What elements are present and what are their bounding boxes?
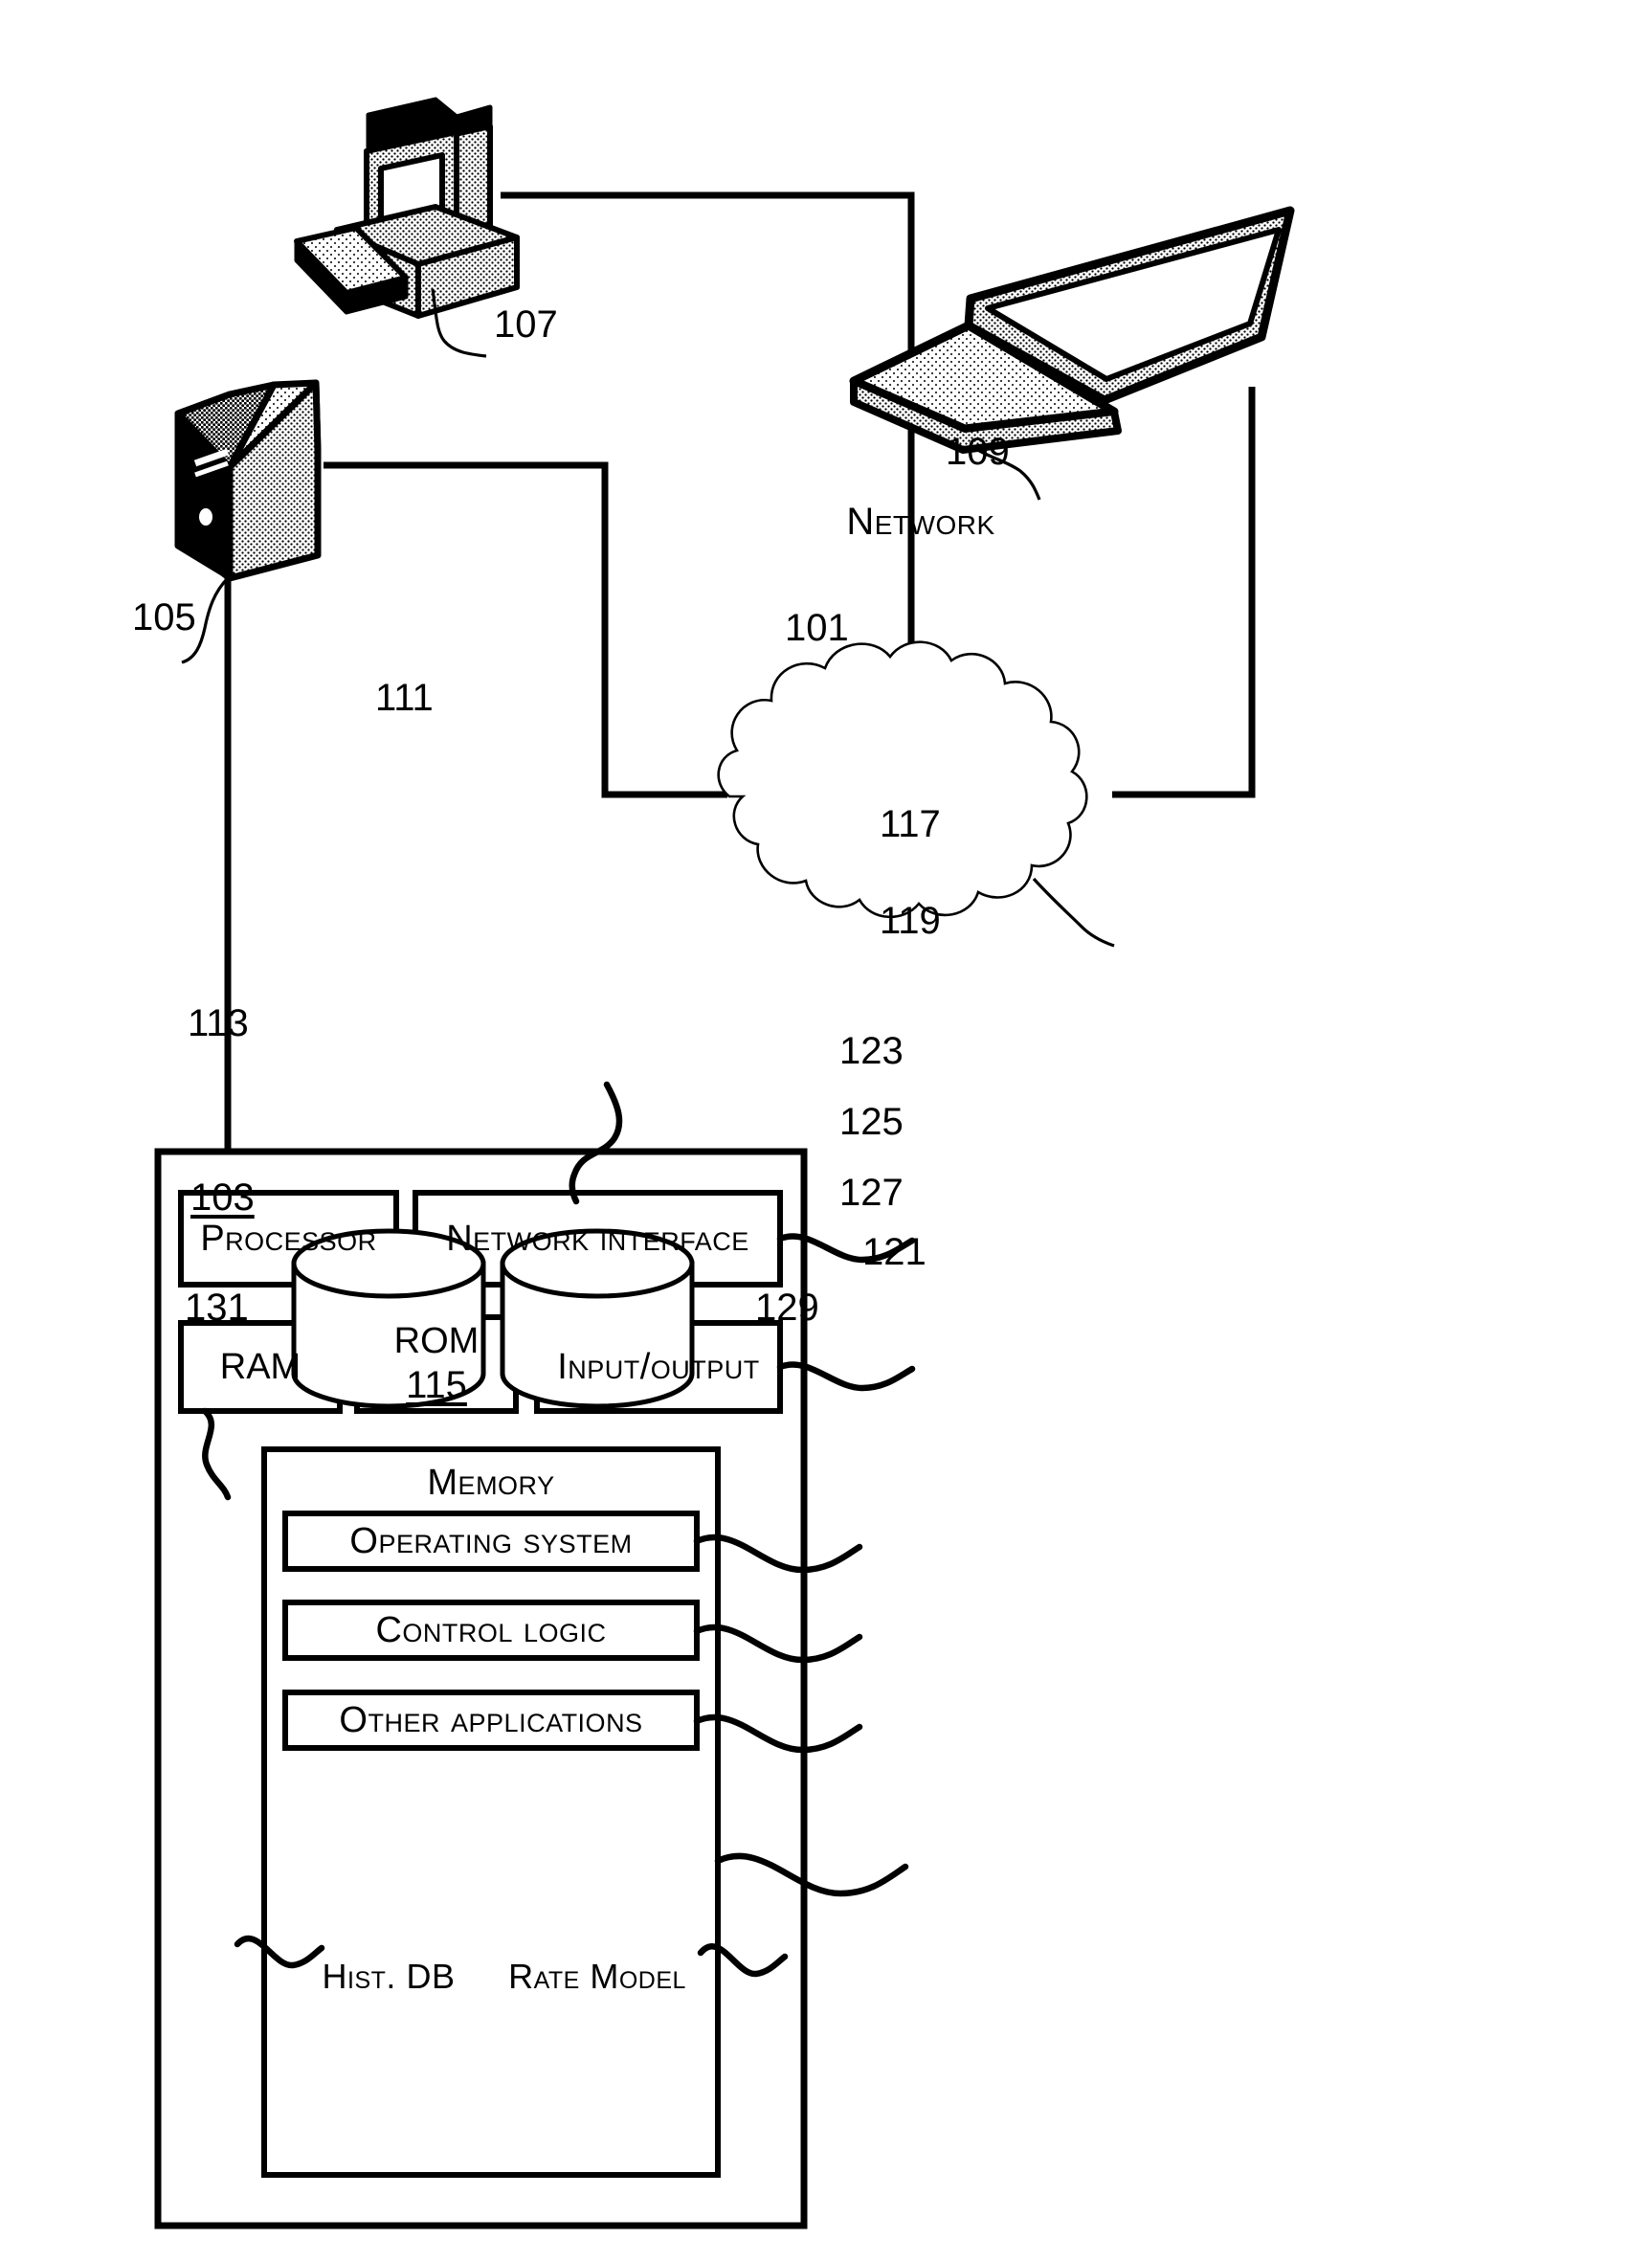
ref-131: 131 xyxy=(185,1287,249,1329)
ref-109: 109 xyxy=(946,431,1010,473)
ref-115: 115 xyxy=(406,1363,467,1406)
ref-111: 111 xyxy=(375,677,434,719)
processor-label: Processor xyxy=(200,1218,377,1259)
desktop-computer-shape xyxy=(294,97,520,319)
ref-119: 119 xyxy=(880,900,941,942)
ref-127: 127 xyxy=(839,1172,904,1214)
other-applications-box: Other applications xyxy=(285,1692,697,1748)
io-box: Input/output xyxy=(537,1323,780,1411)
network-cloud-shape xyxy=(717,640,1088,919)
ref-107: 107 xyxy=(494,303,558,346)
ram-label: RAM xyxy=(219,1346,301,1387)
server-tower-shape xyxy=(174,379,322,582)
ref-125: 125 xyxy=(839,1101,904,1143)
ref-105: 105 xyxy=(132,596,196,638)
diagram-vector-layer xyxy=(154,97,1295,2229)
io-label: Input/output xyxy=(557,1346,760,1387)
control-logic-box: Control logic xyxy=(285,1602,697,1658)
rate-model-cylinder: Rate Model xyxy=(502,1953,692,2001)
ram-box: RAM xyxy=(181,1323,340,1411)
operating-system-label: Operating system xyxy=(349,1520,633,1561)
ref-129: 129 xyxy=(755,1287,819,1329)
rom-label: ROM xyxy=(393,1320,480,1361)
memory-label: Memory xyxy=(427,1462,555,1503)
rom-box: ROM xyxy=(357,1317,516,1365)
ref-123: 123 xyxy=(839,1030,904,1072)
hist-db-cylinder: Hist. DB xyxy=(294,1953,483,2001)
rate-model-label: Rate Model xyxy=(508,1957,686,1996)
hist-db-label: Hist. DB xyxy=(322,1957,456,1996)
control-logic-label: Control logic xyxy=(375,1609,607,1650)
ref-117: 117 xyxy=(880,803,941,845)
network-interface-box: Network interface xyxy=(415,1193,780,1285)
ref-113: 113 xyxy=(188,1002,249,1044)
network-interface-label: Network interface xyxy=(446,1218,749,1259)
operating-system-box: Operating system xyxy=(285,1513,697,1569)
memory-title: Memory xyxy=(264,1459,718,1507)
network-label-wrap: Network xyxy=(727,493,1114,550)
network-label: Network xyxy=(846,500,995,543)
ref-121: 121 xyxy=(862,1231,926,1273)
laptop-computer-shape xyxy=(849,206,1295,454)
processor-box: Processor xyxy=(181,1193,396,1285)
ref-101: 101 xyxy=(785,607,849,649)
rom-ref-wrap: 115 xyxy=(357,1363,516,1407)
other-applications-label: Other applications xyxy=(339,1699,643,1740)
patent-figure: 107 109 101 105 111 117 119 113 103 123 … xyxy=(0,0,1652,2262)
